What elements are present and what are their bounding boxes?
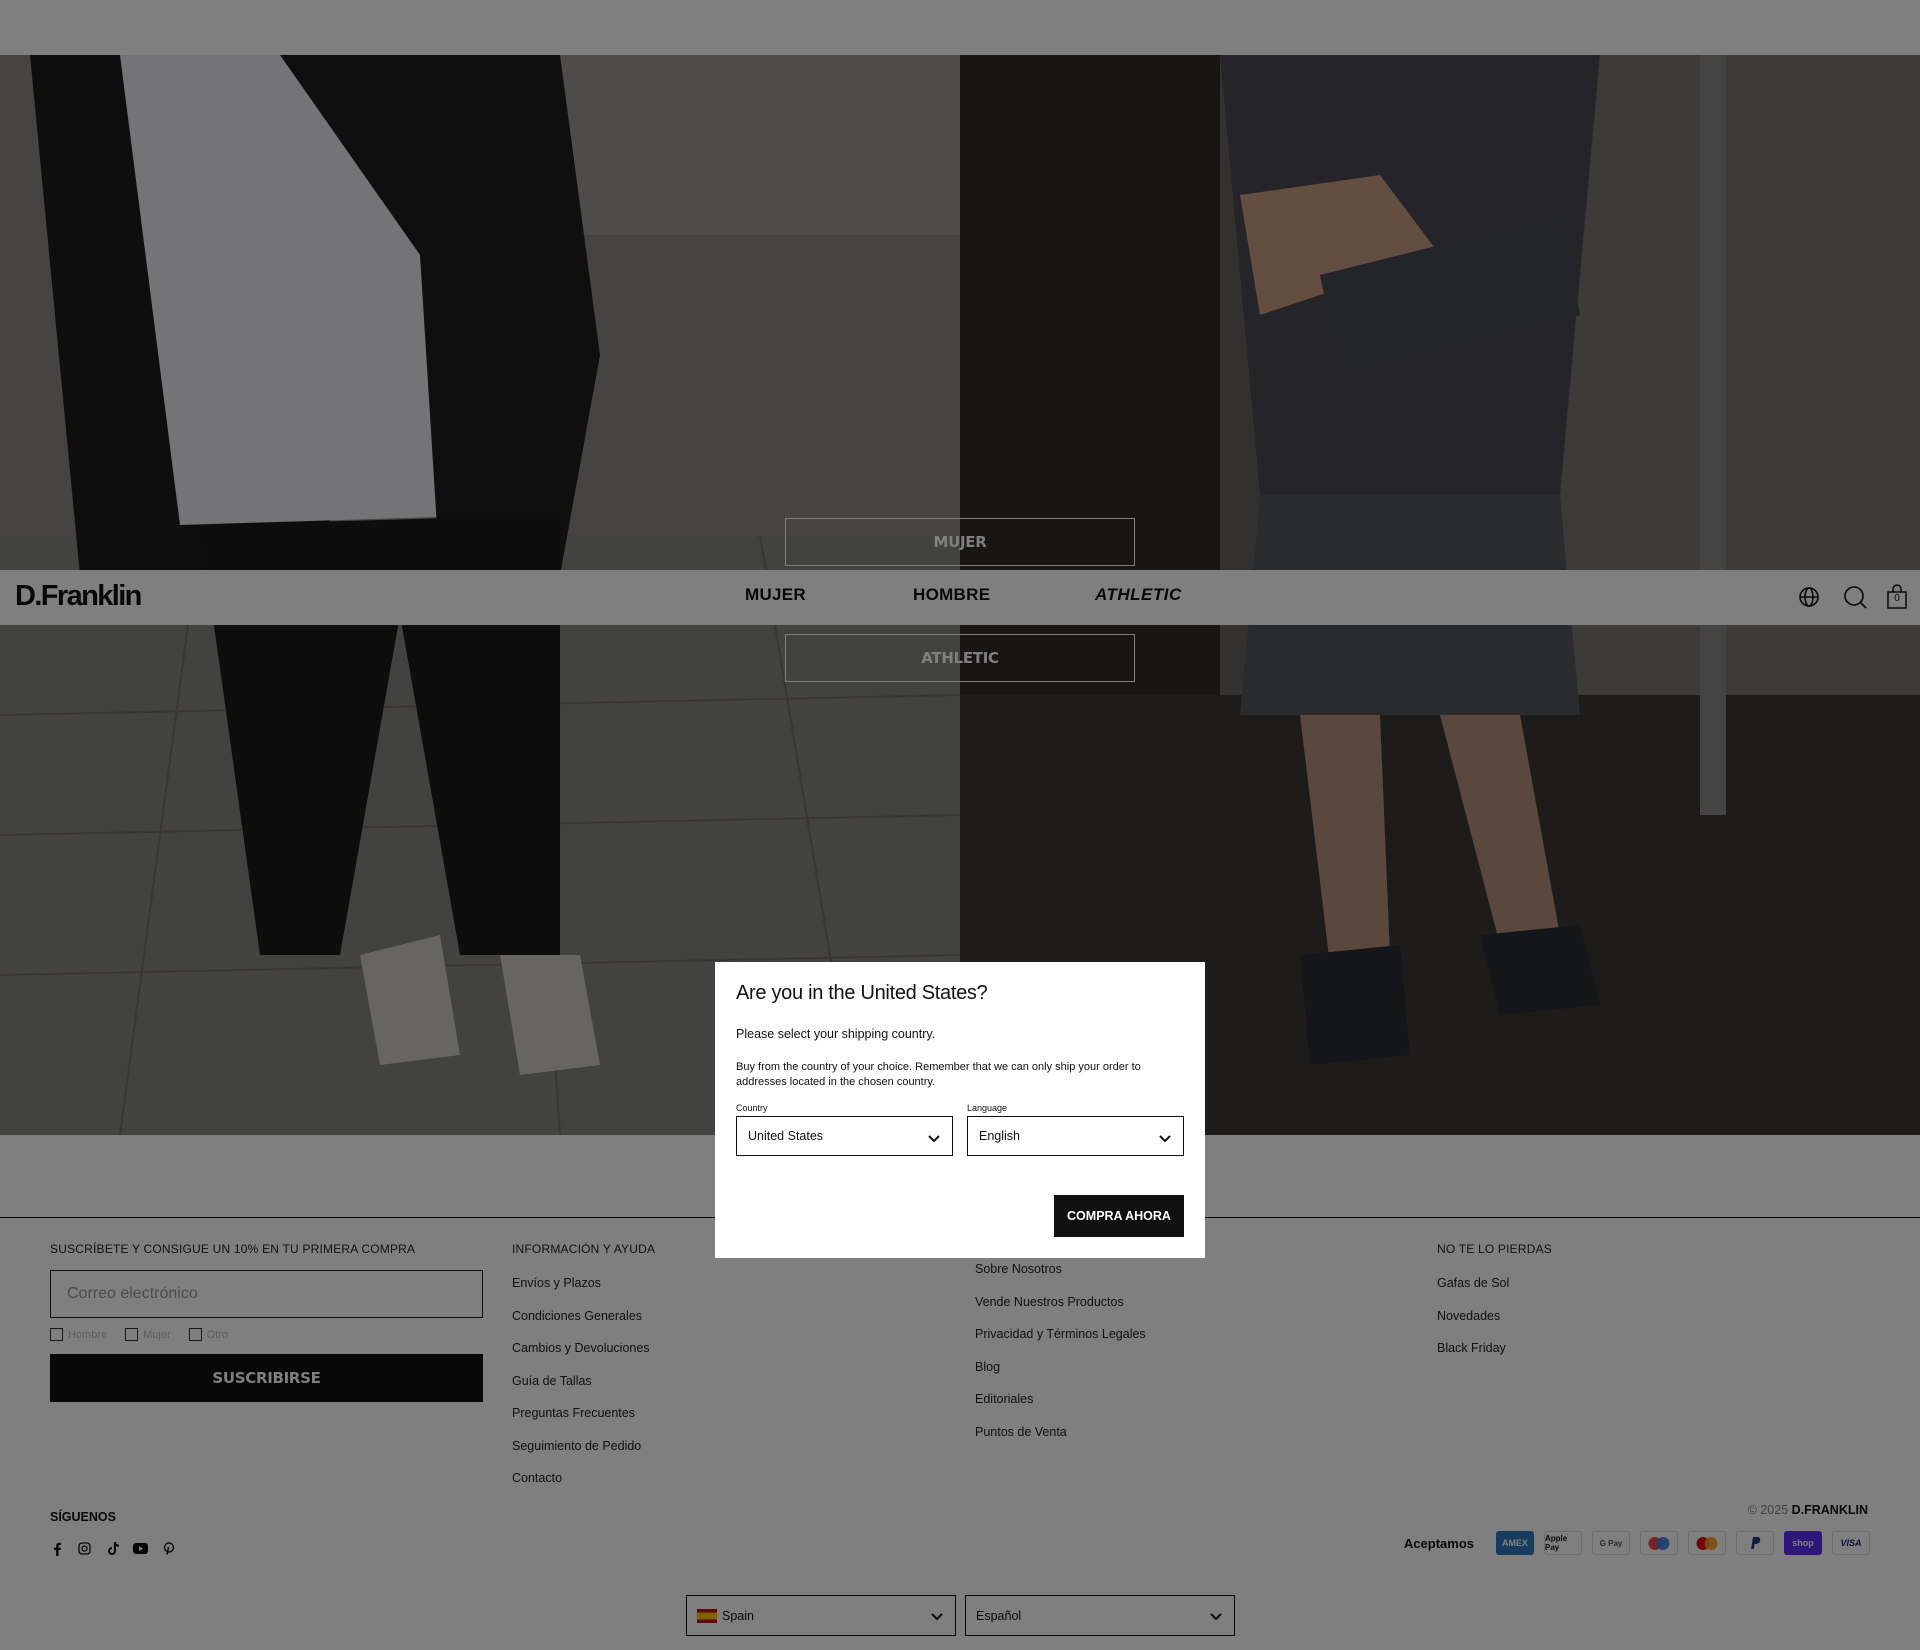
chevron-down-icon: [928, 1135, 940, 1143]
language-label: Language: [967, 1102, 1008, 1113]
country-label: Country: [736, 1102, 768, 1113]
chevron-down-icon: [1159, 1135, 1171, 1143]
country-modal: Are you in the United States? Please sel…: [715, 962, 1205, 1258]
modal-overlay[interactable]: [0, 0, 1920, 1650]
country-select[interactable]: United States: [736, 1115, 953, 1156]
language-select[interactable]: English: [967, 1115, 1184, 1156]
country-field: Country United States: [736, 1103, 953, 1156]
country-select-value: United States: [748, 1128, 824, 1143]
language-field: Language English: [967, 1103, 1184, 1156]
language-select-value: English: [979, 1128, 1020, 1143]
modal-subtitle: Please select your shipping country.: [736, 1027, 936, 1041]
shop-now-button[interactable]: COMPRA AHORA: [1054, 1195, 1184, 1237]
modal-description: Buy from the country of your choice. Rem…: [736, 1061, 1141, 1089]
modal-title: Are you in the United States?: [736, 982, 988, 1004]
